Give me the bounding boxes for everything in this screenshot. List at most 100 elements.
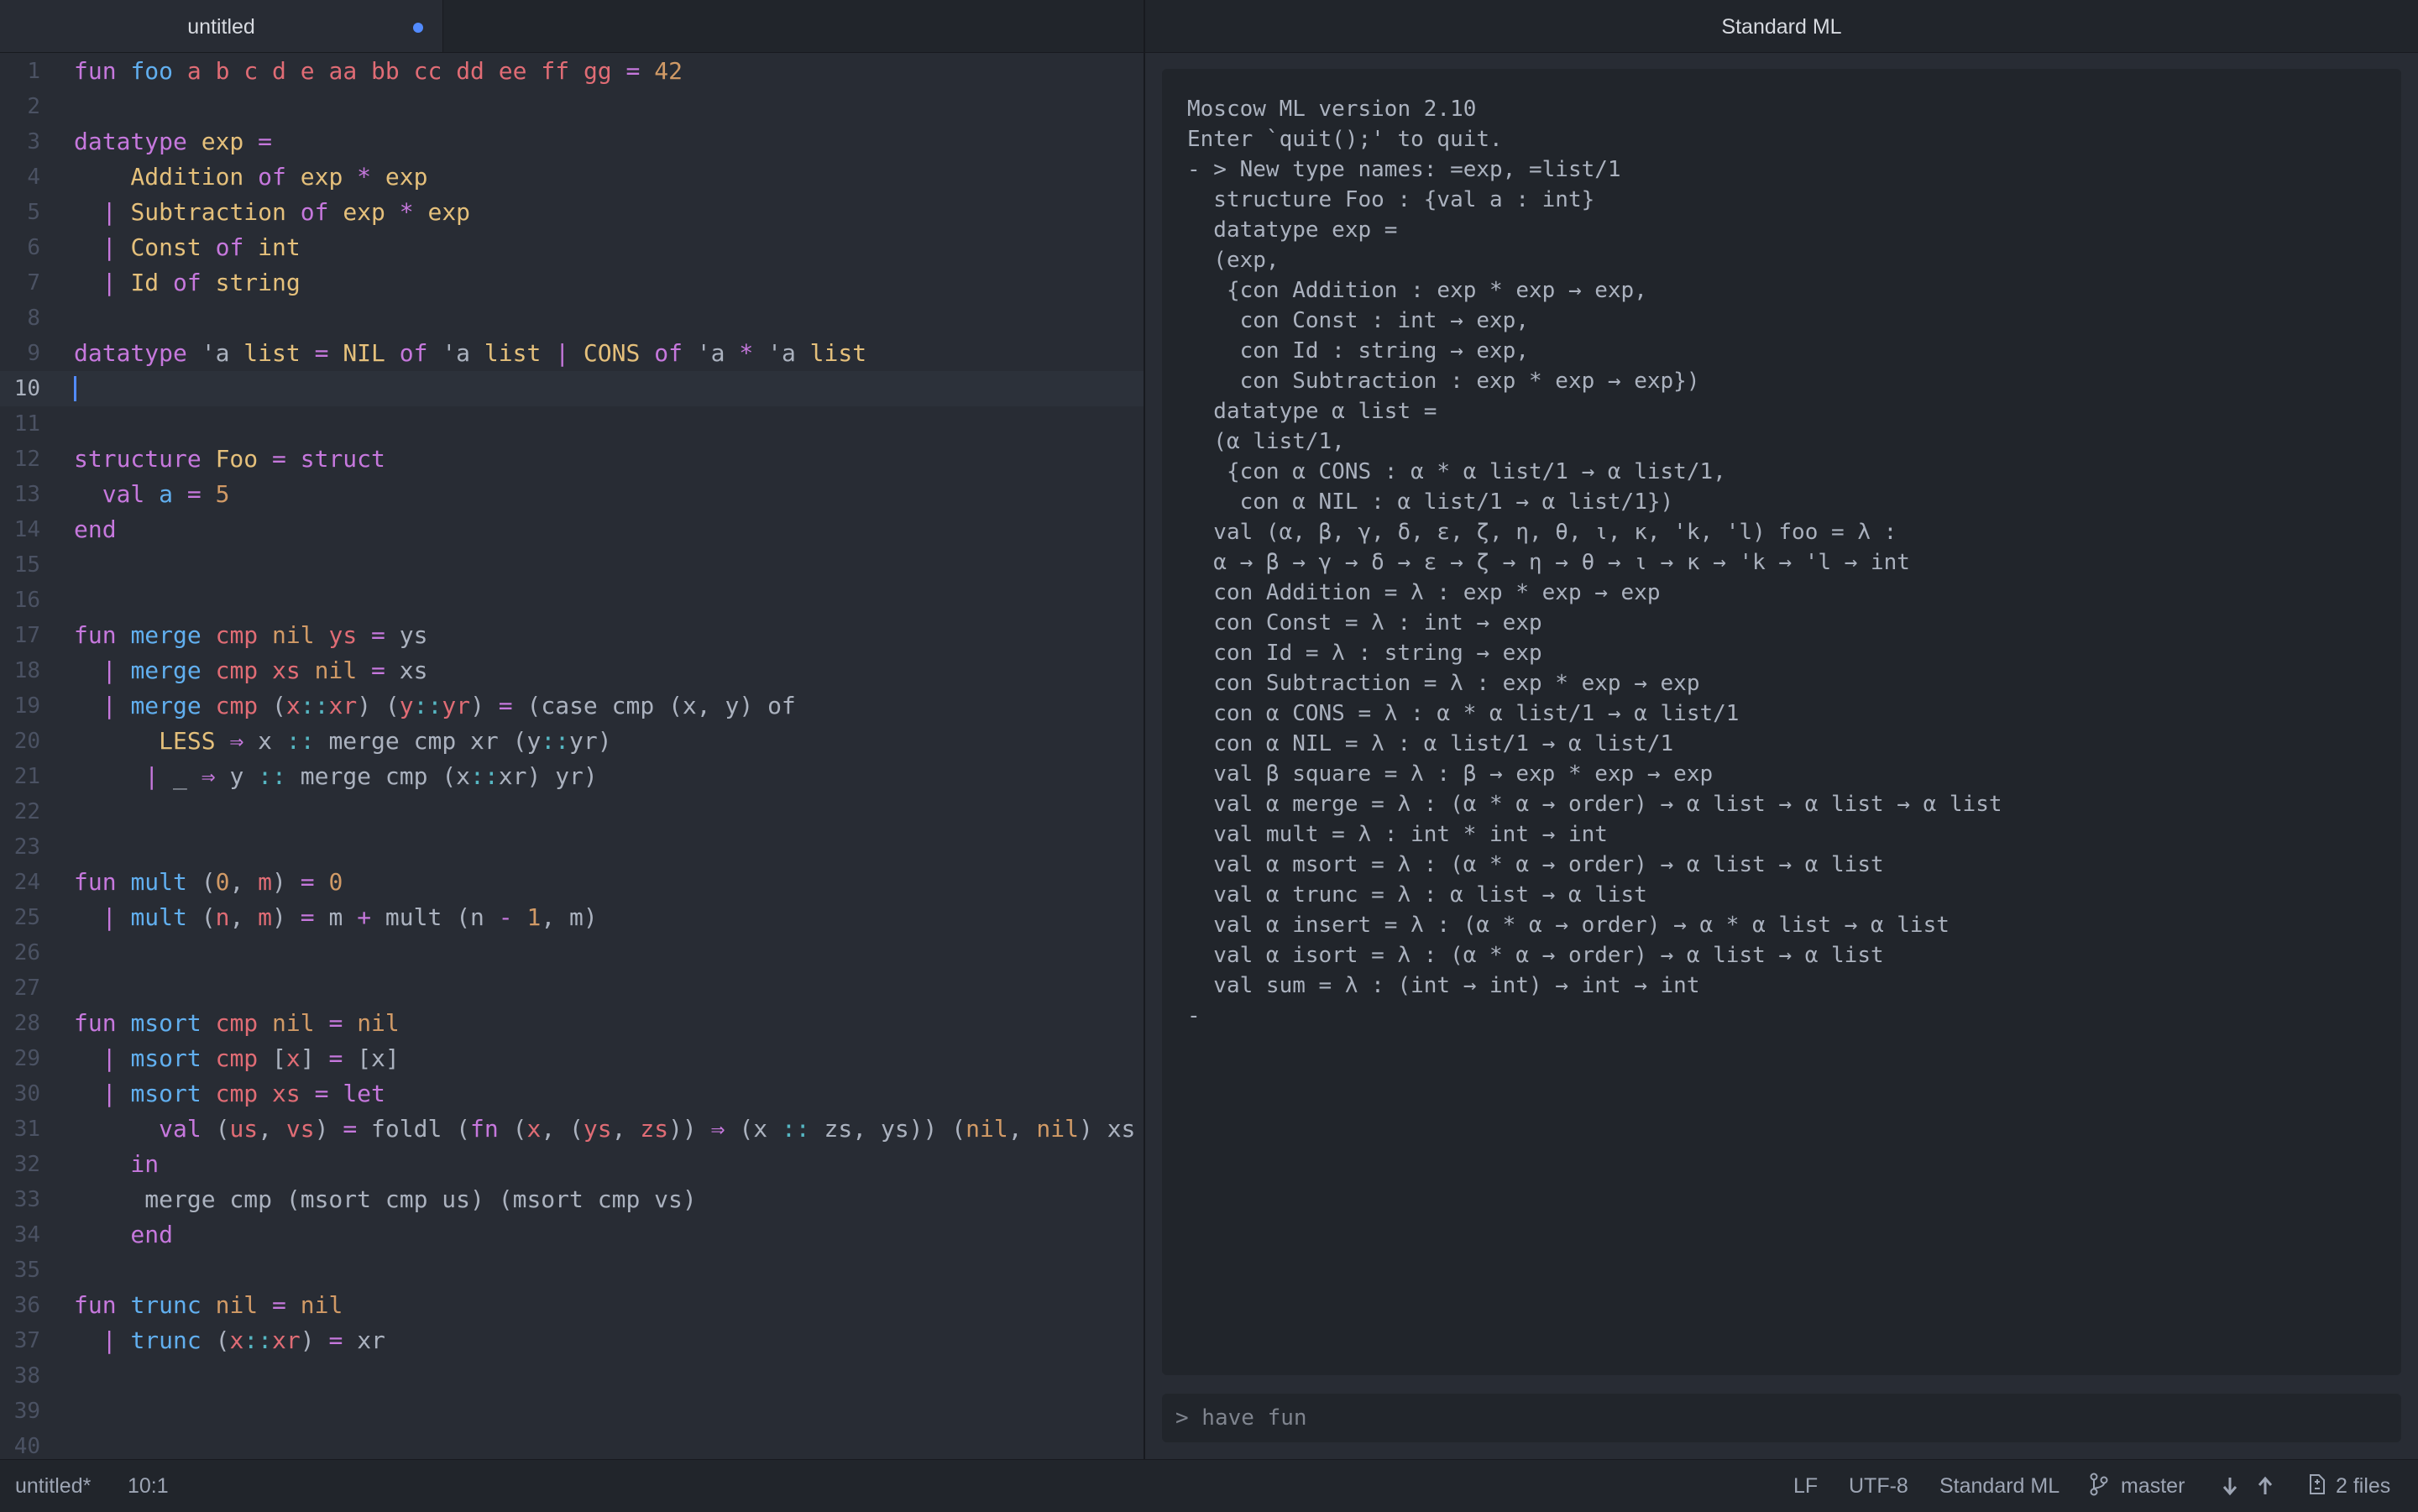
code-line[interactable]: 4 Addition of exp * exp: [0, 160, 1144, 195]
code-token: x: [229, 1326, 244, 1354]
code-line[interactable]: 16: [0, 583, 1144, 618]
code-token: datatype: [74, 339, 202, 367]
code-token: us: [229, 1115, 259, 1143]
code-token: *: [357, 163, 385, 191]
line-number: 16: [13, 588, 40, 613]
code-text: | Const of int: [74, 230, 301, 265]
line-number: 1: [27, 59, 40, 84]
code-text: fun foo a b c d e aa bb cc dd ee ff gg =…: [74, 54, 683, 89]
repl-input[interactable]: [1162, 1394, 2401, 1442]
code-line[interactable]: 5 | Subtraction of exp * exp: [0, 195, 1144, 230]
repl-output-line: - > New type names: =exp, =list/1: [1187, 157, 1621, 182]
code-line[interactable]: 20 LESS ⇒ x :: merge cmp xr (y::yr): [0, 724, 1144, 759]
line-number: 19: [13, 693, 40, 719]
status-files[interactable]: 2 files: [2336, 1474, 2390, 1499]
code-line[interactable]: 34 end: [0, 1217, 1144, 1253]
code-token: , (: [541, 1115, 584, 1143]
code-token: nil: [314, 657, 372, 684]
code-line[interactable]: 32 in: [0, 1147, 1144, 1182]
repl-output-line: con α NIL = λ : α list/1 → α list/1: [1187, 731, 1674, 756]
status-grammar[interactable]: Standard ML: [1939, 1474, 2059, 1499]
code-line[interactable]: 10: [0, 371, 1144, 406]
code-token: ys: [583, 1115, 612, 1143]
code-token: m: [328, 903, 358, 931]
code-line[interactable]: 21 | _ ⇒ y :: merge cmp (x::xr) yr): [0, 759, 1144, 794]
code-line[interactable]: 1 fun foo a b c d e aa bb cc dd ee ff gg …: [0, 54, 1144, 89]
repl-output-line: con Id : string → exp,: [1187, 338, 1529, 364]
code-line[interactable]: 23: [0, 829, 1144, 865]
status-line-ending[interactable]: LF: [1793, 1474, 1818, 1499]
code-token: , m): [541, 903, 598, 931]
code-line[interactable]: 35: [0, 1253, 1144, 1288]
line-number: 20: [13, 729, 40, 754]
status-branch[interactable]: master: [2121, 1474, 2185, 1499]
status-file-name[interactable]: untitled*: [15, 1474, 91, 1499]
code-token: =: [300, 903, 329, 931]
code-line[interactable]: 31 val (us, vs) = foldl (fn (x, (ys, zs)…: [0, 1112, 1144, 1147]
repl-output[interactable]: Moscow ML version 2.10 Enter `quit();' to…: [1162, 69, 2401, 1375]
code-token: ): [272, 868, 301, 896]
code-line[interactable]: 37 | trunc (x::xr) = xr: [0, 1323, 1144, 1358]
line-number: 36: [13, 1293, 40, 1318]
code-token: msort: [130, 1009, 216, 1037]
line-number: 40: [13, 1434, 40, 1459]
code-token: Subtraction: [130, 198, 301, 226]
code-text: val (us, vs) = foldl (fn (x, (ys, zs)) ⇒…: [74, 1112, 1135, 1147]
line-number: 8: [27, 306, 40, 331]
repl-output-line: structure Foo : {val a : int}: [1187, 187, 1595, 212]
code-token: (: [201, 868, 216, 896]
tab-untitled[interactable]: untitled: [0, 0, 443, 52]
code-line[interactable]: 2: [0, 89, 1144, 124]
code-token: =: [314, 1080, 343, 1107]
code-token: m: [258, 903, 273, 931]
code-line[interactable]: 33 merge cmp (msort cmp us) (msort cmp v…: [0, 1182, 1144, 1217]
repl-output-line: val α insert = λ : (α * α → order) → α *…: [1187, 913, 1950, 938]
code-line[interactable]: 39: [0, 1394, 1144, 1429]
code-token: b: [215, 57, 244, 85]
code-line[interactable]: 19 | merge cmp (x::xr) (y::yr) = (case c…: [0, 688, 1144, 724]
code-line[interactable]: 17 fun merge cmp nil ys = ys: [0, 618, 1144, 653]
code-text: datatype 'a list = NIL of 'a list | CONS…: [74, 336, 866, 371]
code-line[interactable]: 11: [0, 406, 1144, 442]
code-line[interactable]: 22: [0, 794, 1144, 829]
code-line[interactable]: 15: [0, 547, 1144, 583]
code-token: exp: [300, 163, 358, 191]
line-number: 18: [13, 658, 40, 683]
status-cursor-position[interactable]: 10:1: [128, 1474, 169, 1499]
code-token: nil: [272, 621, 329, 649]
status-encoding[interactable]: UTF-8: [1849, 1474, 1908, 1499]
code-editor[interactable]: 1 fun foo a b c d e aa bb cc dd ee ff gg …: [0, 54, 1144, 1459]
git-push-up-icon[interactable]: [2257, 1473, 2274, 1498]
code-line[interactable]: 8: [0, 301, 1144, 336]
code-line[interactable]: 12 structure Foo = struct: [0, 442, 1144, 477]
code-line[interactable]: 13 val a = 5: [0, 477, 1144, 512]
code-line[interactable]: 28 fun msort cmp nil = nil: [0, 1006, 1144, 1041]
line-number: 4: [27, 165, 40, 190]
code-line[interactable]: 26: [0, 935, 1144, 971]
repl-output-line: val α msort = λ : (α * α → order) → α li…: [1187, 852, 1884, 877]
code-token: _: [173, 762, 202, 790]
code-line[interactable]: 38: [0, 1358, 1144, 1394]
code-token: gg: [583, 57, 626, 85]
code-line[interactable]: 27: [0, 971, 1144, 1006]
code-token: list: [809, 339, 867, 367]
code-line[interactable]: 9 datatype 'a list = NIL of 'a list | CON…: [0, 336, 1144, 371]
code-token: (: [215, 1115, 230, 1143]
code-token: -: [498, 903, 527, 931]
code-line[interactable]: 25 | mult (n, m) = m + mult (n - 1, m): [0, 900, 1144, 935]
code-token: xs: [399, 657, 428, 684]
code-line[interactable]: 36 fun trunc nil = nil: [0, 1288, 1144, 1323]
code-line[interactable]: 40: [0, 1429, 1144, 1459]
code-line[interactable]: 30 | msort cmp xs = let: [0, 1076, 1144, 1112]
code-line[interactable]: 3 datatype exp =: [0, 124, 1144, 160]
code-line[interactable]: 29 | msort cmp [x] = [x]: [0, 1041, 1144, 1076]
code-token: cmp: [215, 692, 273, 719]
code-line[interactable]: 18 | merge cmp xs nil = xs: [0, 653, 1144, 688]
code-line[interactable]: 6 | Const of int: [0, 230, 1144, 265]
code-line[interactable]: 14 end: [0, 512, 1144, 547]
code-token: xs: [272, 1080, 315, 1107]
code-line[interactable]: 24 fun mult (0, m) = 0: [0, 865, 1144, 900]
line-number: 21: [13, 764, 40, 789]
code-line[interactable]: 7 | Id of string: [0, 265, 1144, 301]
git-fetch-down-icon[interactable]: [2222, 1473, 2238, 1498]
